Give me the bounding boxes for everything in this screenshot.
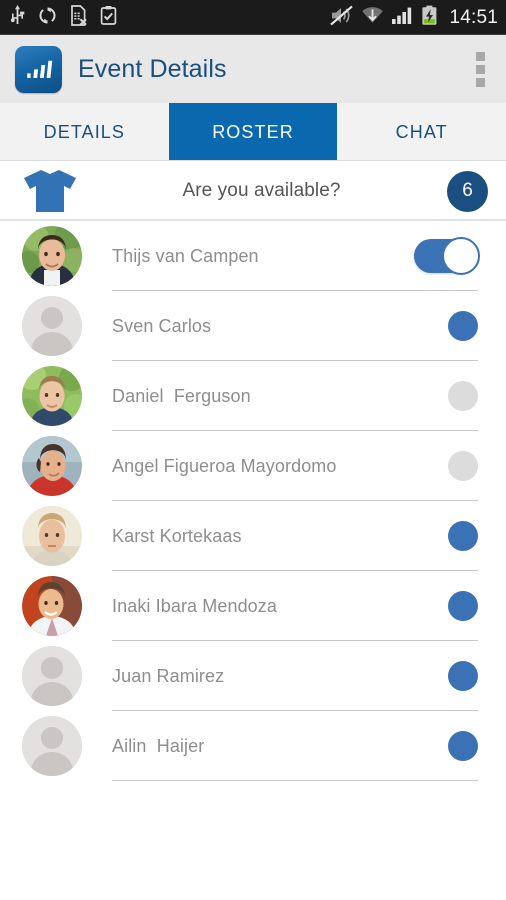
- status-bar-clock: 14:51: [449, 6, 498, 28]
- roster-member-name: Juan Ramirez: [112, 665, 225, 686]
- availability-dot-on[interactable]: [448, 591, 478, 621]
- avatar: [22, 366, 82, 426]
- page-title: Event Details: [78, 54, 227, 83]
- roster-member-name: Karst Kortekaas: [112, 525, 242, 546]
- availability-toggle-on[interactable]: [414, 237, 480, 275]
- tab-roster[interactable]: ROSTER: [168, 103, 338, 161]
- availability-count-badge: 6: [447, 170, 488, 212]
- availability-dot-on[interactable]: [448, 731, 478, 761]
- sim-card-removed-icon: [70, 4, 87, 31]
- avatar: [22, 436, 82, 496]
- availability-control[interactable]: [404, 311, 478, 341]
- availability-question: Are you available?: [182, 180, 341, 201]
- availability-dot-off[interactable]: [448, 451, 478, 481]
- roster-member-name: Daniel Ferguson: [112, 385, 251, 406]
- wifi-icon: [361, 5, 384, 31]
- availability-control[interactable]: [404, 381, 478, 411]
- roster-member-name: Ailin Haijer: [112, 735, 205, 756]
- clipboard-check-icon: [100, 5, 117, 30]
- table-row[interactable]: Thijs van Campen: [0, 221, 506, 291]
- availability-header: Are you available? 6: [0, 161, 506, 221]
- status-bar-right-icons: 14:51: [330, 5, 498, 31]
- table-row[interactable]: Juan Ramirez: [0, 641, 506, 711]
- row-divider: [112, 780, 478, 781]
- action-bar: Event Details: [0, 35, 506, 103]
- availability-dot-on[interactable]: [448, 521, 478, 551]
- toggle-knob: [442, 237, 480, 275]
- availability-dot-on[interactable]: [448, 661, 478, 691]
- roster-member-name: Thijs van Campen: [112, 245, 259, 266]
- availability-control[interactable]: [404, 591, 478, 621]
- overflow-dot-2: [475, 64, 485, 74]
- table-row[interactable]: Ailin Haijer: [0, 711, 506, 781]
- battery-charging-icon: [421, 5, 438, 31]
- bar-chart-app-logo-icon[interactable]: [15, 45, 62, 93]
- roster-list: Thijs van Campen Sven Carlos Daniel Ferg…: [0, 221, 506, 781]
- tab-chat[interactable]: CHAT: [337, 103, 506, 161]
- sync-icon: [38, 6, 57, 30]
- table-row[interactable]: Daniel Ferguson: [0, 361, 506, 431]
- tab-details[interactable]: DETAILS: [0, 103, 169, 161]
- overflow-dot-3: [475, 77, 485, 87]
- availability-control[interactable]: [404, 521, 478, 551]
- roster-member-name: Sven Carlos: [112, 315, 212, 336]
- volume-mute-icon: [330, 5, 354, 31]
- availability-dot-on[interactable]: [448, 311, 478, 341]
- roster-member-name: Inaki Ibara Mendoza: [112, 595, 277, 616]
- app-screen: 14:51 Event Details DETAILS ROSTER CHAT: [0, 0, 506, 900]
- avatar: [22, 296, 82, 356]
- usb-icon: [10, 5, 25, 30]
- availability-control[interactable]: [404, 237, 480, 275]
- status-bar-left-icons: [10, 4, 117, 31]
- overflow-dot-1: [475, 51, 485, 61]
- availability-dot-off[interactable]: [448, 381, 478, 411]
- table-row[interactable]: Karst Kortekaas: [0, 501, 506, 571]
- avatar: [22, 226, 82, 286]
- avatar: [22, 506, 82, 566]
- status-bar: 14:51: [0, 0, 506, 35]
- table-row[interactable]: Sven Carlos: [0, 291, 506, 361]
- availability-control[interactable]: [404, 451, 478, 481]
- tab-bar: DETAILS ROSTER CHAT: [0, 103, 506, 161]
- availability-control[interactable]: [404, 661, 478, 691]
- avatar: [22, 576, 82, 636]
- cellular-signal-icon: [391, 5, 414, 31]
- roster-member-name: Angel Figueroa Mayordomo: [112, 455, 337, 476]
- overflow-menu-icon[interactable]: [468, 50, 492, 88]
- table-row[interactable]: Inaki Ibara Mendoza: [0, 571, 506, 641]
- availability-control[interactable]: [404, 731, 478, 761]
- avatar: [22, 716, 82, 776]
- table-row[interactable]: Angel Figueroa Mayordomo: [0, 431, 506, 501]
- avatar: [22, 646, 82, 706]
